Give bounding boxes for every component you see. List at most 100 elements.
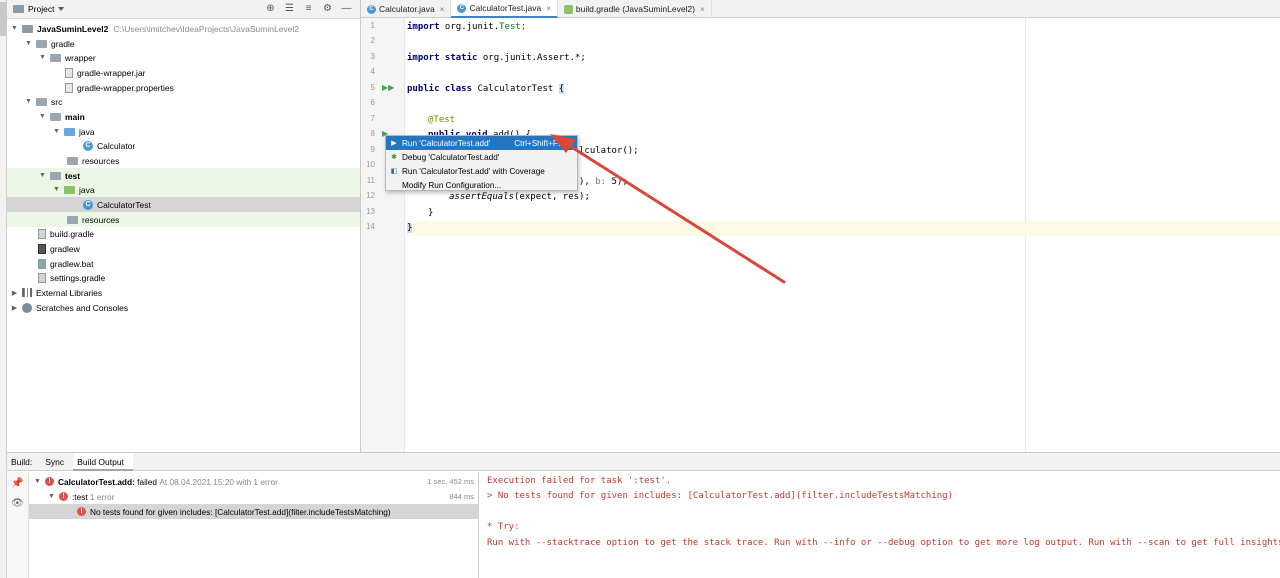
project-view-selector[interactable]: Project xyxy=(13,4,65,14)
debug-icon: ✱ xyxy=(391,154,397,161)
collapse-all-icon[interactable]: ≡ xyxy=(303,3,314,14)
build-meta: At 08.04.2021 15:20 with 1 error xyxy=(159,476,278,487)
pin-icon[interactable]: 📌 xyxy=(11,478,23,490)
tree-item-main-java[interactable]: ▼ java xyxy=(7,124,360,139)
tree-item-label: main xyxy=(65,111,85,122)
build-row-no-tests-error[interactable]: ! No tests found for given includes: [Ca… xyxy=(29,504,478,519)
tree-item-external-libraries[interactable]: ▶ External Libraries xyxy=(7,285,360,300)
locate-icon[interactable]: ⊕ xyxy=(265,3,276,14)
chevron-down-icon: ▼ xyxy=(39,113,46,120)
tab-label: CalculatorTest.java xyxy=(469,3,542,13)
close-icon[interactable]: × xyxy=(700,5,705,14)
gear-icon[interactable]: ⚙ xyxy=(322,3,333,14)
method-call: assertEquals xyxy=(449,192,515,202)
menu-item-debug[interactable]: ✱ Debug 'CalculatorTest.add' xyxy=(386,150,577,164)
tree-item-test[interactable]: ▼ test xyxy=(7,168,360,183)
tab-build-output[interactable]: Build Output xyxy=(73,452,133,471)
tree-item-label: wrapper xyxy=(65,52,96,63)
build-meta: 1 error xyxy=(90,491,115,502)
folder-icon xyxy=(50,53,61,62)
chevron-down-icon: ▼ xyxy=(53,128,60,135)
project-icon xyxy=(13,5,24,13)
menu-item-modify-config[interactable]: Modify Run Configuration... xyxy=(386,178,577,192)
batch-file-icon xyxy=(38,258,46,269)
tree-item-label: gradle-wrapper.properties xyxy=(77,82,174,93)
build-tabs: Build: Sync Build Output xyxy=(7,452,1280,471)
line-number: 12 xyxy=(366,191,375,200)
build-row-calculatortest-add[interactable]: ▼ ! CalculatorTest.add: failed At 08.04.… xyxy=(29,474,478,489)
tab-calculatortest-java[interactable]: C CalculatorTest.java × xyxy=(451,0,558,18)
eye-icon[interactable]: 👁 xyxy=(11,498,24,510)
tab-build-gradle[interactable]: build.gradle (JavaSuminLevel2) × xyxy=(558,0,712,18)
build-console-output[interactable]: Execution failed for task ':test'. > No … xyxy=(480,472,1280,578)
code-line-5: public class CalculatorTest { xyxy=(407,82,1280,97)
tree-item-build-gradle[interactable]: build.gradle xyxy=(7,226,360,241)
coverage-icon: ◧ xyxy=(390,168,398,175)
project-panel-header: Project ⊕ ☰ ≡ ⚙ — xyxy=(7,0,360,19)
hide-icon[interactable]: — xyxy=(341,3,352,14)
close-icon[interactable]: × xyxy=(546,4,551,13)
line-number: 6 xyxy=(370,98,375,107)
menu-item-label: Debug 'CalculatorTest.add' xyxy=(402,152,500,162)
expand-all-icon[interactable]: ☰ xyxy=(284,3,295,14)
code-area[interactable]: import org.junit.Test; import static org… xyxy=(406,18,1280,452)
close-icon[interactable]: × xyxy=(440,5,445,14)
chevron-down-icon: ▼ xyxy=(48,493,55,500)
tree-item-gradle-wrapper-jar[interactable]: gradle-wrapper.jar xyxy=(7,65,360,80)
build-row-test-task[interactable]: ▼ ! :test 1 error 844 ms xyxy=(29,489,478,504)
tree-item-main[interactable]: ▼ main xyxy=(7,109,360,124)
blank-icon xyxy=(389,180,399,190)
code-text: 5); xyxy=(606,177,628,187)
tree-item-gradlew[interactable]: gradlew xyxy=(7,241,360,256)
code-text: } xyxy=(428,208,434,218)
tree-item-label: java xyxy=(79,126,95,137)
tree-item-project-root[interactable]: ▼ JavaSuminLevel2 C:\Users\imitchev\Idea… xyxy=(7,21,360,36)
tree-item-scratches[interactable]: ▶ Scratches and Consoles xyxy=(7,300,360,315)
build-panel-title: Build: xyxy=(11,456,33,467)
tree-item-label: src xyxy=(51,96,63,107)
tree-item-calculatortest[interactable]: C CalculatorTest xyxy=(7,197,360,212)
tree-item-label: test xyxy=(65,170,81,181)
output-line: > No tests found for given includes: [Ca… xyxy=(487,491,953,501)
tab-label: build.gradle (JavaSuminLevel2) xyxy=(575,4,695,14)
tree-item-wrapper[interactable]: ▼ wrapper xyxy=(7,50,360,65)
run-class-icon[interactable]: ▶▶ xyxy=(382,83,394,92)
folder-icon xyxy=(36,97,47,106)
line-number: 13 xyxy=(366,207,375,216)
dropdown-icon xyxy=(58,7,65,11)
properties-file-icon xyxy=(65,82,73,93)
tree-item-gradle[interactable]: ▼ gradle xyxy=(7,36,360,51)
tree-item-label: gradle xyxy=(51,38,75,49)
tree-item-test-resources[interactable]: resources xyxy=(7,212,360,227)
tree-item-label: resources xyxy=(82,155,120,166)
tab-calculator-java[interactable]: C Calculator.java × xyxy=(361,0,452,18)
library-icon xyxy=(22,288,32,297)
tree-item-main-resources[interactable]: resources xyxy=(7,153,360,168)
output-line: * Try: xyxy=(487,522,520,532)
tree-item-label: build.gradle xyxy=(50,228,94,239)
tree-item-label: CalculatorTest xyxy=(97,199,151,210)
tree-item-gradlew-bat[interactable]: gradlew.bat xyxy=(7,256,360,271)
line-number: 3 xyxy=(370,52,375,61)
code-text: org.junit.Assert.*; xyxy=(477,53,586,63)
code-text: CalculatorTest xyxy=(472,84,559,94)
code-text: lculator(); xyxy=(579,146,639,156)
chevron-down-icon: ▼ xyxy=(34,478,41,485)
build-results-tree: ▼ ! CalculatorTest.add: failed At 08.04.… xyxy=(29,472,479,578)
tree-item-label: External Libraries xyxy=(36,287,103,298)
build-row-label: No tests found for given includes: [Calc… xyxy=(90,506,391,517)
tree-item-settings-gradle[interactable]: settings.gradle xyxy=(7,270,360,285)
tree-item-gradle-wrapper-properties[interactable]: gradle-wrapper.properties xyxy=(7,80,360,95)
menu-item-run[interactable]: ▶ Run 'CalculatorTest.add' Ctrl+Shift+F1… xyxy=(386,136,577,150)
code-text: ), xyxy=(579,177,596,187)
tree-item-test-java[interactable]: ▼ java xyxy=(7,182,360,197)
menu-item-run-coverage[interactable]: ◧ Run 'CalculatorTest.add' with Coverage xyxy=(386,164,577,178)
tab-sync[interactable]: Sync xyxy=(41,453,73,471)
build-duration: 844 ms xyxy=(449,492,474,501)
tree-item-src[interactable]: ▼ src xyxy=(7,94,360,109)
tree-item-calculator[interactable]: C Calculator xyxy=(7,138,360,153)
menu-item-label: Run 'CalculatorTest.add' with Coverage xyxy=(402,166,545,176)
tree-item-label: Scratches and Consoles xyxy=(36,302,129,313)
build-side-toolbar: 📌 👁 xyxy=(7,472,29,578)
chevron-down-icon: ▼ xyxy=(25,40,32,47)
